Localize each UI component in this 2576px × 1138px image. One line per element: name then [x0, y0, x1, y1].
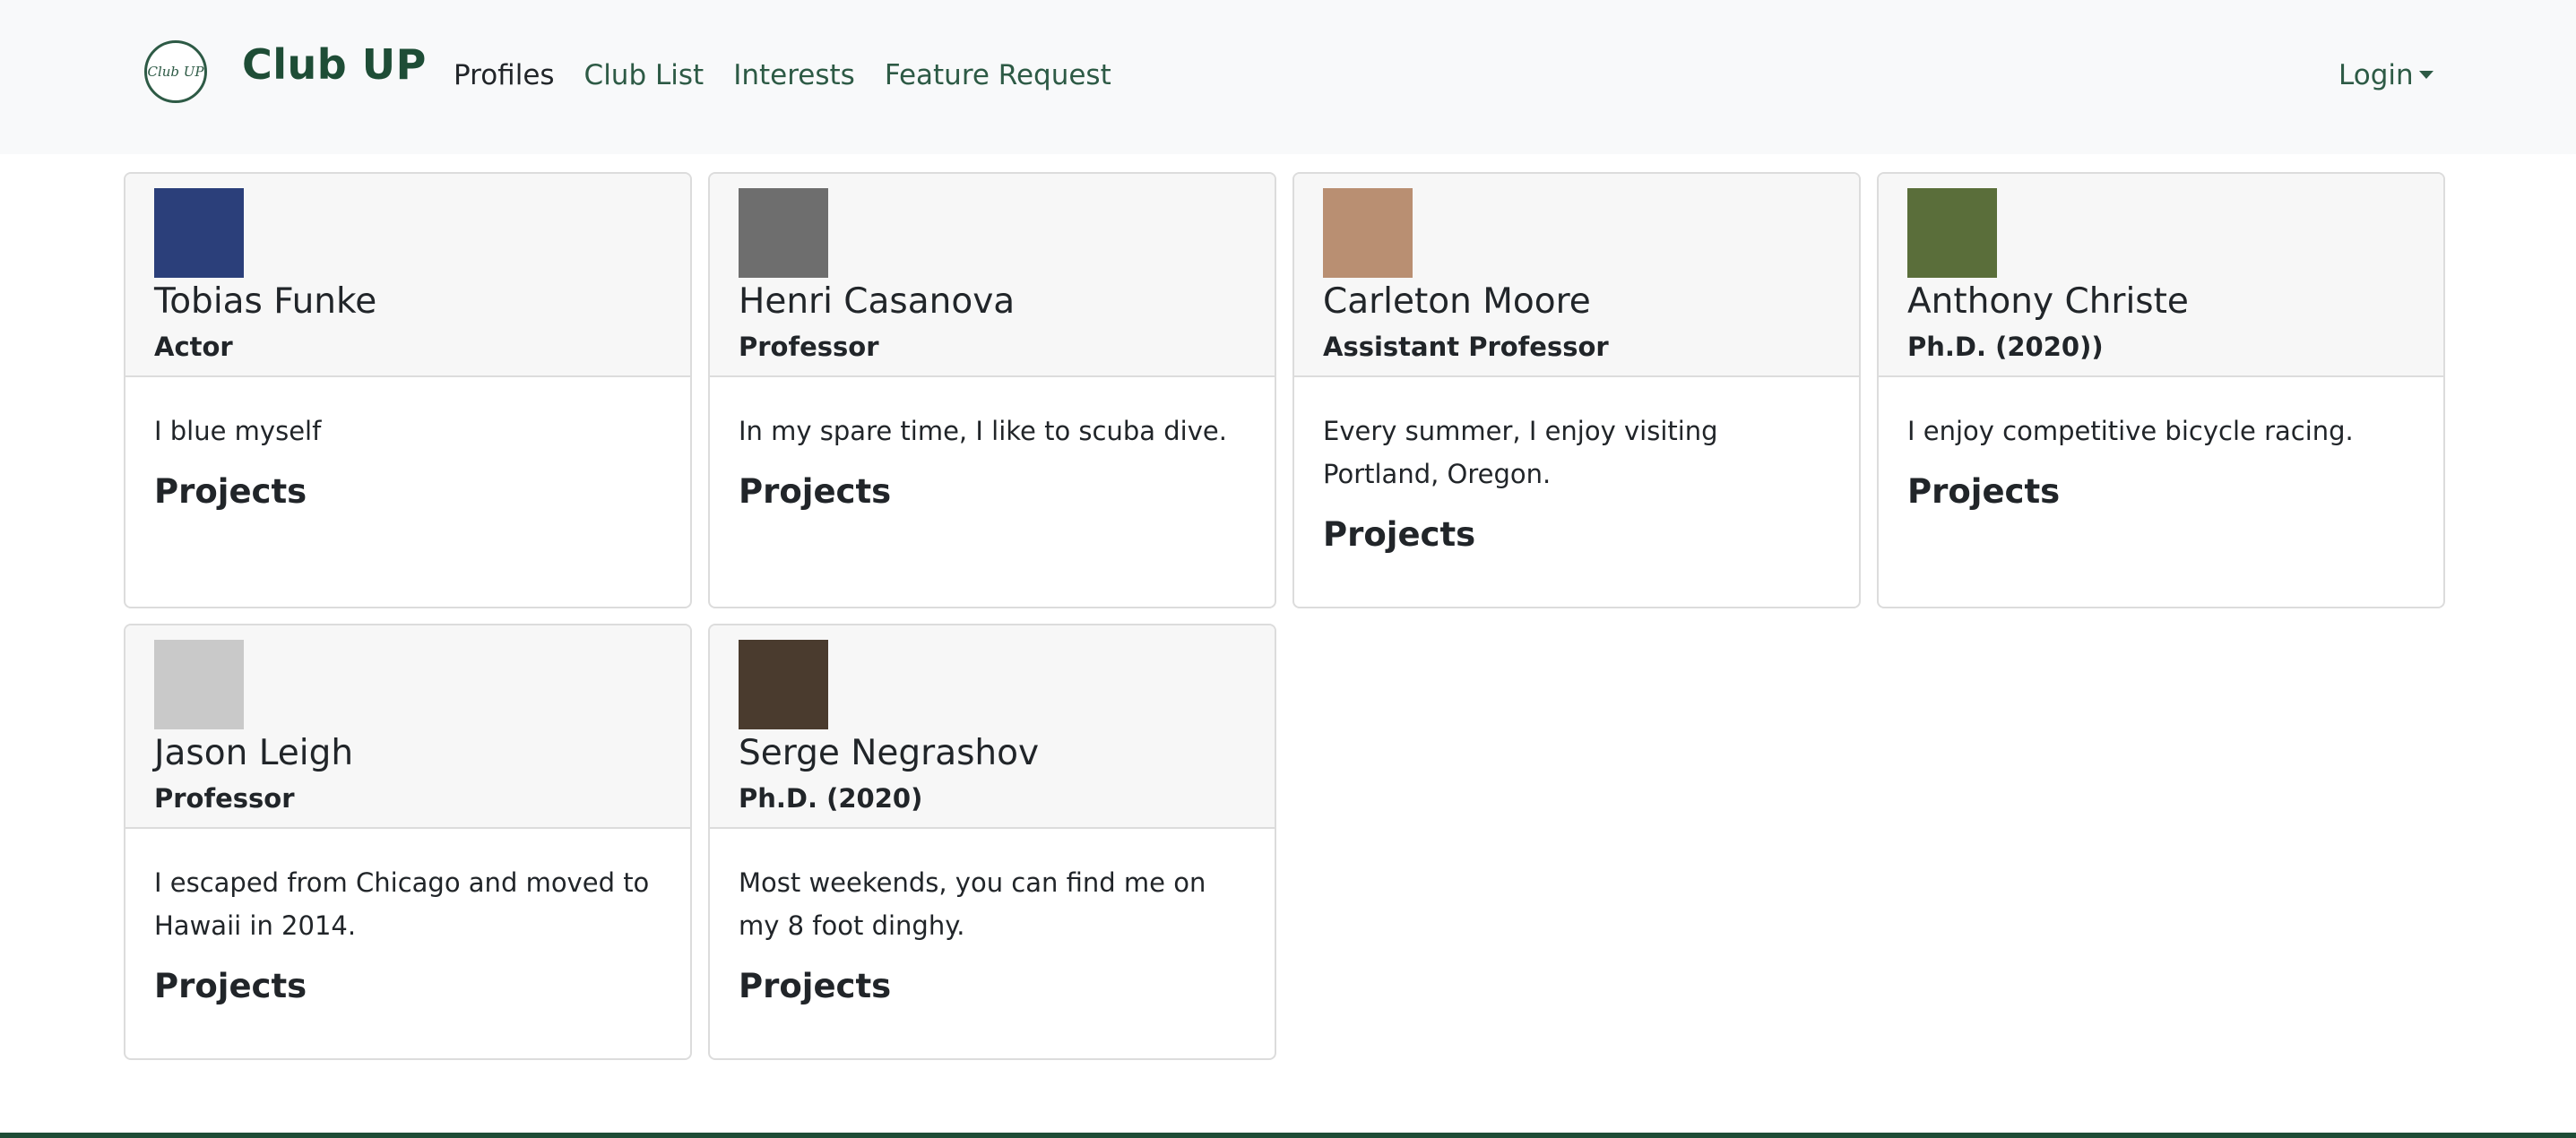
club-up-logo[interactable]: Club UP [144, 40, 207, 103]
projects-heading: Projects [739, 472, 892, 511]
profile-name: Carleton Moore [1323, 281, 1591, 322]
profile-title: Ph.D. (2020) [739, 783, 923, 814]
profile-bio: I escaped from Chicago and moved to Hawa… [154, 867, 650, 941]
nav-links: Profiles Club List Interests Feature Req… [454, 57, 1141, 93]
profile-card: Carleton Moore Assistant Professor Every… [1292, 172, 1861, 608]
profile-card: Serge Negrashov Ph.D. (2020) Most weeken… [708, 624, 1276, 1060]
logo-text: Club UP [147, 63, 204, 80]
card-body: I blue myself Projects [125, 377, 690, 511]
login-label: Login [2338, 59, 2414, 91]
nav-link-club-list[interactable]: Club List [584, 57, 705, 93]
profile-name: Henri Casanova [739, 281, 1016, 322]
profile-title: Assistant Professor [1323, 332, 1609, 362]
profile-bio: Most weekends, you can find me on my 8 f… [739, 867, 1206, 941]
avatar [739, 640, 828, 729]
profile-card: Henri Casanova Professor In my spare tim… [708, 172, 1276, 608]
profile-bio: Every summer, I enjoy visiting Portland,… [1323, 416, 1718, 489]
card-body: In my spare time, I like to scuba dive. … [710, 377, 1275, 511]
card-header: Jason Leigh Professor [125, 625, 690, 829]
profile-title: Professor [739, 332, 879, 362]
caret-down-icon [2418, 71, 2433, 79]
avatar [1323, 188, 1413, 278]
top-navbar: Club UP Club UP Profiles Club List Inter… [0, 0, 2576, 154]
avatar [739, 188, 828, 278]
profile-name: Serge Negrashov [739, 733, 1040, 773]
card-body: I enjoy competitive bicycle racing. Proj… [1879, 377, 2443, 511]
card-header: Carleton Moore Assistant Professor [1294, 174, 1859, 377]
projects-heading: Projects [154, 967, 307, 1005]
brand-title[interactable]: Club UP [242, 40, 427, 89]
projects-heading: Projects [739, 967, 892, 1005]
profile-title: Ph.D. (2020)) [1907, 332, 2104, 362]
projects-heading: Projects [154, 472, 307, 511]
card-body: Most weekends, you can find me on my 8 f… [710, 829, 1275, 1005]
profile-bio: I blue myself [154, 416, 322, 446]
profile-bio: I enjoy competitive bicycle racing. [1907, 416, 2354, 446]
profile-bio: In my spare time, I like to scuba dive. [739, 416, 1227, 446]
footer-border [0, 1133, 2576, 1138]
nav-link-interests[interactable]: Interests [733, 57, 855, 93]
profile-name: Jason Leigh [154, 733, 354, 773]
card-body: I escaped from Chicago and moved to Hawa… [125, 829, 690, 1005]
nav-link-profiles[interactable]: Profiles [454, 57, 555, 93]
card-header: Serge Negrashov Ph.D. (2020) [710, 625, 1275, 829]
card-header: Henri Casanova Professor [710, 174, 1275, 377]
projects-heading: Projects [1907, 472, 2061, 511]
avatar [1907, 188, 1997, 278]
nav-link-feature-request[interactable]: Feature Request [885, 57, 1111, 93]
login-dropdown[interactable]: Login [2338, 57, 2433, 93]
avatar [154, 188, 244, 278]
avatar [154, 640, 244, 729]
profile-title: Actor [154, 332, 233, 362]
profile-card: Jason Leigh Professor I escaped from Chi… [124, 624, 692, 1060]
card-header: Anthony Christe Ph.D. (2020)) [1879, 174, 2443, 377]
card-body: Every summer, I enjoy visiting Portland,… [1294, 377, 1859, 554]
profile-title: Professor [154, 783, 295, 814]
card-header: Tobias Funke Actor [125, 174, 690, 377]
profile-name: Anthony Christe [1907, 281, 2189, 322]
profile-card: Tobias Funke Actor I blue myself Project… [124, 172, 692, 608]
projects-heading: Projects [1323, 515, 1476, 554]
profile-card: Anthony Christe Ph.D. (2020)) I enjoy co… [1877, 172, 2445, 608]
profile-name: Tobias Funke [154, 281, 377, 322]
